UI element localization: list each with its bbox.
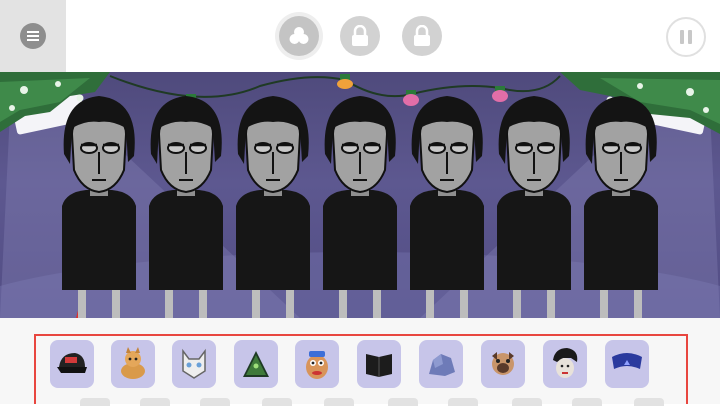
headband-icon <box>612 353 642 369</box>
sound-icon-row2-1[interactable] <box>80 398 110 406</box>
pause-icon <box>678 30 694 44</box>
sound-icon-pug[interactable] <box>481 340 525 388</box>
rock-icon <box>429 354 455 376</box>
pause-button[interactable] <box>666 17 706 57</box>
sound-icon-book[interactable] <box>357 340 401 388</box>
bonus-button-1[interactable] <box>340 16 380 56</box>
sound-icon-potato[interactable] <box>295 340 339 388</box>
character-slot-4[interactable] <box>317 94 403 318</box>
character-slot-5[interactable] <box>404 94 490 318</box>
sound-icon-row2-3[interactable] <box>200 398 230 406</box>
menu-button[interactable] <box>0 0 66 72</box>
lock-icon <box>352 25 368 46</box>
hamburger-icon <box>20 23 46 49</box>
cap-icon <box>57 353 87 373</box>
sound-icon-cap[interactable] <box>50 340 94 388</box>
sound-icon-headband[interactable] <box>605 340 649 388</box>
sound-icon-row2-6[interactable] <box>388 398 418 406</box>
potato-head-icon <box>306 351 328 379</box>
dog-icon <box>121 347 145 379</box>
sound-icon-row2-7[interactable] <box>448 398 478 406</box>
cat-icon <box>182 348 206 379</box>
character-slot-1[interactable] <box>56 94 142 318</box>
character-slot-6[interactable] <box>491 94 577 318</box>
sound-icon-row2-4[interactable] <box>262 398 292 406</box>
sound-icon-hair[interactable] <box>543 340 587 388</box>
sound-icon-row2-2[interactable] <box>140 398 170 406</box>
hair-icon <box>553 348 578 378</box>
book-icon <box>366 354 392 377</box>
character-slot-7[interactable] <box>578 94 664 318</box>
bonus-button-2[interactable] <box>402 16 442 56</box>
sound-icon-rock[interactable] <box>419 340 463 388</box>
sound-icon-row2-5[interactable] <box>324 398 354 406</box>
sound-icon-dog[interactable] <box>111 340 155 388</box>
sound-icon-row2-10[interactable] <box>634 398 664 406</box>
pyramid-icon <box>243 351 269 377</box>
clover-icon <box>289 27 309 44</box>
mode-button[interactable] <box>279 16 319 56</box>
stage <box>0 72 720 318</box>
top-bar <box>0 0 720 72</box>
pug-icon <box>492 352 514 375</box>
lock-icon <box>414 25 430 46</box>
character-slot-3[interactable] <box>230 94 316 318</box>
sound-icon-row2-8[interactable] <box>512 398 542 406</box>
character-slot-2[interactable] <box>143 94 229 318</box>
sound-icon-pyramid[interactable] <box>234 340 278 388</box>
sound-icon-cat[interactable] <box>172 340 216 388</box>
sound-icon-row2-9[interactable] <box>572 398 602 406</box>
